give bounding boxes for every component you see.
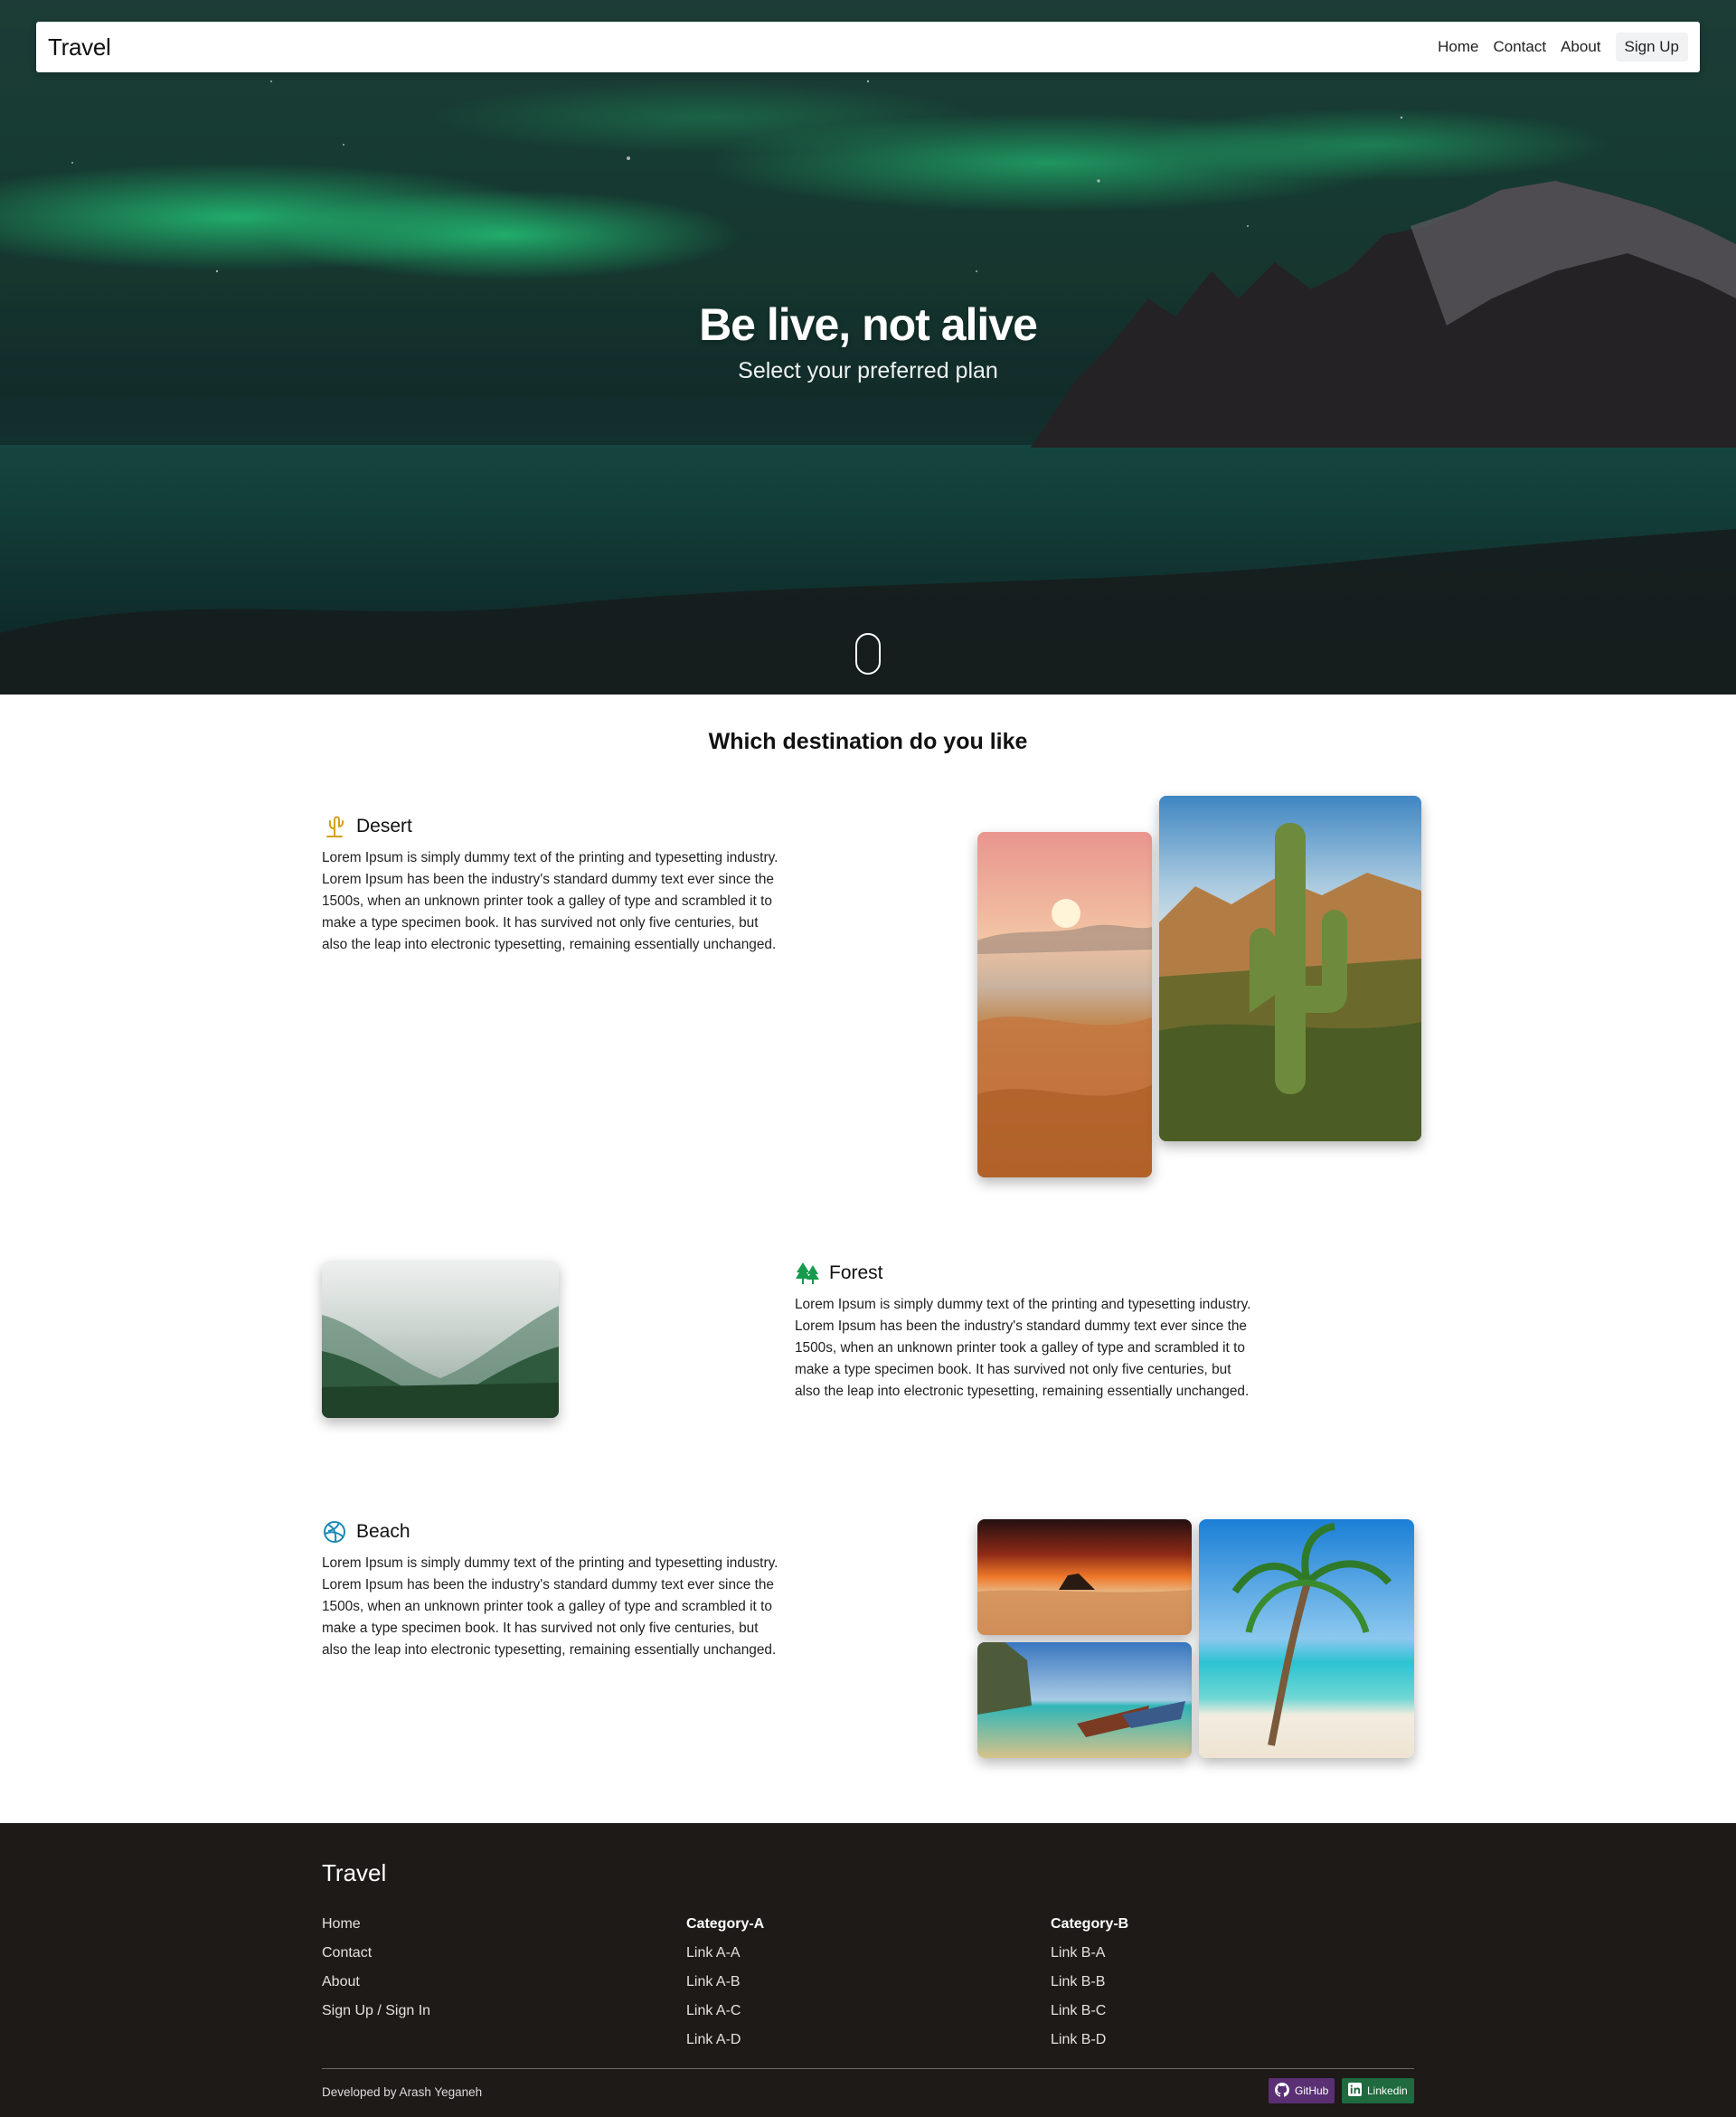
desert-description: Lorem Ipsum is simply dummy text of the … <box>322 850 778 952</box>
hero-subtitle: Select your preferred plan <box>738 358 998 383</box>
desert-title: Desert <box>356 816 412 836</box>
footer-signup-signin-link[interactable]: Sign Up / Sign In <box>322 1997 430 2026</box>
hero-banner: Travel Home Contact About Sign Up Be liv… <box>0 0 1736 695</box>
beach-palm-photo <box>1199 1519 1414 1758</box>
footer-brand[interactable]: Travel <box>322 1859 386 1887</box>
footer-link-b-c[interactable]: Link B-C <box>1051 1997 1128 2026</box>
footer-contact-link[interactable]: Contact <box>322 1939 430 1968</box>
navbar: Travel Home Contact About Sign Up <box>36 22 1700 72</box>
footer-link-b-a[interactable]: Link B-A <box>1051 1939 1128 1968</box>
forest-title: Forest <box>829 1262 883 1283</box>
nav-about-link[interactable]: About <box>1561 33 1600 61</box>
footer-category-a-heading: Category-A <box>686 1916 765 1932</box>
footer-link-a-c[interactable]: Link A-C <box>686 1997 764 2026</box>
footer-category-b-heading: Category-B <box>1051 1916 1129 1932</box>
beach-sunset-photo <box>977 1519 1192 1635</box>
section-title: Which destination do you like <box>708 729 1028 754</box>
forest-photo <box>322 1261 559 1418</box>
desert-dunes-photo <box>977 832 1152 1177</box>
beach-boats-photo <box>977 1642 1192 1758</box>
desert-heading: Desert <box>322 814 412 839</box>
scroll-down-icon[interactable] <box>855 633 881 675</box>
beach-description: Lorem Ipsum is simply dummy text of the … <box>322 1555 778 1658</box>
footer-link-a-d[interactable]: Link A-D <box>686 2026 764 2055</box>
beach-ball-icon <box>322 1519 347 1545</box>
linkedin-label: Linkedin <box>1367 2084 1408 2097</box>
brand-logo[interactable]: Travel <box>48 33 111 61</box>
footer-column-main: Home Contact About Sign Up / Sign In <box>322 1910 430 2026</box>
footer-column-b: Category-B Link B-A Link B-B Link B-C Li… <box>1051 1910 1128 2055</box>
beach-heading: Beach <box>322 1519 410 1545</box>
cactus-icon <box>322 814 347 839</box>
developer-credit: Developed by Arash Yeganeh <box>322 2085 483 2099</box>
beach-title: Beach <box>356 1521 410 1542</box>
hero-title: Be live, not alive <box>699 299 1038 350</box>
footer-column-a: Category-A Link A-A Link A-B Link A-C Li… <box>686 1910 764 2055</box>
nav-home-link[interactable]: Home <box>1438 33 1478 61</box>
github-label: GitHub <box>1295 2084 1329 2097</box>
trees-icon <box>795 1261 820 1286</box>
github-badge[interactable]: GitHub <box>1269 2078 1335 2103</box>
footer-link-b-b[interactable]: Link B-B <box>1051 1968 1128 1997</box>
linkedin-badge[interactable]: Linkedin <box>1342 2078 1414 2103</box>
forest-description: Lorem Ipsum is simply dummy text of the … <box>795 1297 1251 1399</box>
footer-link-a-b[interactable]: Link A-B <box>686 1968 764 1997</box>
linkedin-icon <box>1348 2083 1362 2099</box>
desert-cactus-photo <box>1159 796 1421 1141</box>
nav-contact-link[interactable]: Contact <box>1493 33 1546 61</box>
footer: Travel Home Contact About Sign Up / Sign… <box>0 1823 1736 2117</box>
footer-about-link[interactable]: About <box>322 1968 430 1997</box>
footer-divider <box>322 2068 1414 2069</box>
forest-heading: Forest <box>795 1261 883 1286</box>
signup-button[interactable]: Sign Up <box>1615 33 1688 61</box>
footer-link-b-d[interactable]: Link B-D <box>1051 2026 1128 2055</box>
github-icon <box>1275 2082 1290 2100</box>
nav-links: Home Contact About Sign Up <box>1438 33 1688 61</box>
footer-home-link[interactable]: Home <box>322 1910 430 1939</box>
footer-link-a-a[interactable]: Link A-A <box>686 1939 764 1968</box>
